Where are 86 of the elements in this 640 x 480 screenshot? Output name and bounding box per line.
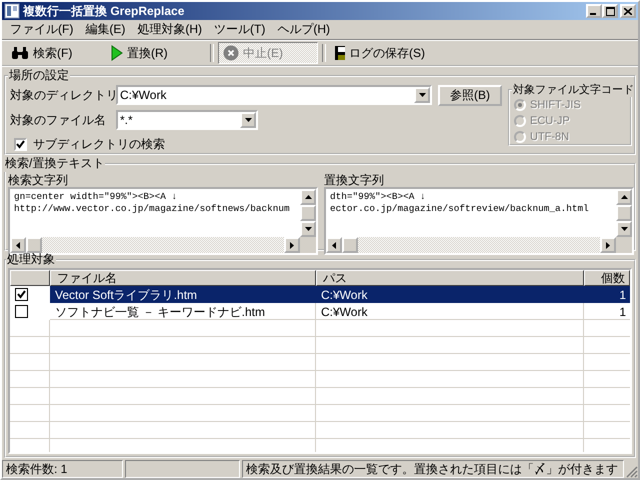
table-cell-text: Vector Softライブラリ.htm [54, 286, 198, 302]
text-line: gn=center width="99%"><B><A ↓ [14, 191, 178, 203]
scrollbar-corner [616, 237, 632, 253]
close-button[interactable] [620, 4, 636, 18]
dropdown-button[interactable] [414, 87, 430, 103]
radio-label: SHIFT-JIS [530, 99, 581, 111]
checkbox[interactable] [15, 305, 28, 318]
text-line: dth="99%"><B><A ↓ [330, 191, 427, 203]
field-label: 対象のファイル名 [10, 112, 107, 128]
app-icon [4, 3, 20, 19]
down-arrow-icon [304, 227, 312, 231]
vertical-scrollbar[interactable] [616, 189, 632, 237]
text-area-label: 検索文字列 [8, 172, 69, 187]
down-arrow-icon [620, 227, 628, 231]
play-icon [111, 45, 123, 61]
menu-item[interactable]: ヘルプ(H) [271, 21, 336, 38]
menu-item[interactable]: 編集(E) [79, 21, 132, 38]
scroll-left-button[interactable] [10, 237, 26, 253]
column-header[interactable] [10, 270, 50, 286]
stop-icon [223, 45, 239, 61]
status-text: 検索及び置換結果の一覧です。置換された項目には「〆」が付きます [242, 460, 624, 478]
filename-field[interactable]: *.* [116, 110, 258, 130]
column-header[interactable]: 個数 [584, 270, 630, 286]
group-title: 検索/置換テキスト [4, 155, 106, 172]
scroll-left-button[interactable] [326, 237, 342, 253]
checkmark-icon [16, 140, 25, 149]
menu-item[interactable]: ツール(T) [208, 21, 272, 38]
toolbar-button[interactable]: ログの保存(S) [330, 42, 430, 64]
menu-item[interactable]: ファイル(F) [4, 21, 80, 38]
browse-button[interactable]: 参照(B) [438, 84, 502, 106]
table-row[interactable]: Vector Softライブラリ.htm C:¥Work 1 [10, 286, 630, 303]
dropdown-button[interactable] [240, 112, 256, 128]
table-cell-text: 1 [618, 304, 627, 320]
window-title: 複数行一括置換 GrepReplace [23, 2, 186, 20]
binoculars-icon [11, 46, 29, 60]
checkbox-label: サブディレクトリの検索 [33, 136, 165, 153]
scrollbar-corner [300, 237, 316, 253]
menu-item[interactable]: 処理対象(H) [131, 21, 208, 38]
table-cell-text: C:¥Work [320, 304, 368, 320]
close-icon [624, 8, 632, 14]
table-row[interactable]: ソフトナビ一覧 － キーワードナビ.htm C:¥Work 1 [10, 303, 630, 320]
table-cell-text: ソフトナビ一覧 － キーワードナビ.htm [54, 304, 266, 320]
checkbox[interactable] [15, 288, 28, 301]
caret-icon [418, 93, 426, 97]
checkmark-icon [17, 290, 26, 299]
scroll-down-button[interactable] [300, 221, 316, 237]
maximize-icon [606, 6, 614, 16]
scroll-right-button[interactable] [284, 237, 300, 253]
scroll-thumb[interactable] [26, 237, 42, 253]
field-label: 対象のディレクトリ [10, 86, 116, 104]
vertical-scrollbar[interactable] [300, 189, 316, 237]
up-arrow-icon [304, 195, 312, 199]
left-arrow-icon [332, 242, 336, 248]
directory-field[interactable]: C:¥Work [116, 85, 432, 105]
toolbar-button[interactable]: 置換(R) [106, 42, 206, 64]
scroll-right-button[interactable] [600, 237, 616, 253]
text-line: ector.co.jp/magazine/softreview/backnum_a.html [330, 203, 590, 215]
scroll-thumb[interactable] [300, 205, 316, 221]
up-arrow-icon [620, 195, 628, 199]
table-cell-text: C:¥Work [320, 286, 368, 302]
group-title: 対象ファイル文字コード [512, 82, 635, 97]
status-text: 検索件数: 1 [2, 460, 123, 478]
text-line: http://www.vector.co.jp/magazine/softnews/backnum [14, 203, 291, 215]
caret-icon [244, 118, 252, 122]
scroll-thumb[interactable] [342, 237, 358, 253]
text-area[interactable]: dth="99%"><B><A ↓ ector.co.jp/magazine/softreview/backnum_a.html [324, 187, 634, 255]
scroll-up-button[interactable] [616, 189, 632, 205]
minimize-button[interactable] [586, 4, 602, 18]
scroll-up-button[interactable] [300, 189, 316, 205]
scroll-down-button[interactable] [616, 221, 632, 237]
radio-label: UTF-8N [530, 131, 570, 143]
column-header[interactable]: パス [316, 270, 584, 286]
table-cell-text: 1 [618, 286, 627, 302]
radio-label: ECU-JP [530, 115, 570, 127]
resize-grip-icon [626, 466, 638, 478]
text-area-label: 置換文字列 [324, 172, 385, 187]
toolbar-button[interactable]: 検索(F) [6, 42, 106, 64]
scroll-thumb[interactable] [616, 205, 632, 221]
group-title: 場所の設定 [8, 67, 70, 84]
right-arrow-icon [606, 242, 610, 248]
right-arrow-icon [290, 242, 294, 248]
horizontal-scrollbar[interactable] [326, 237, 632, 253]
left-arrow-icon [16, 242, 20, 248]
horizontal-scrollbar[interactable] [10, 237, 316, 253]
column-header[interactable]: ファイル名 [50, 270, 316, 286]
maximize-button[interactable] [602, 4, 618, 18]
